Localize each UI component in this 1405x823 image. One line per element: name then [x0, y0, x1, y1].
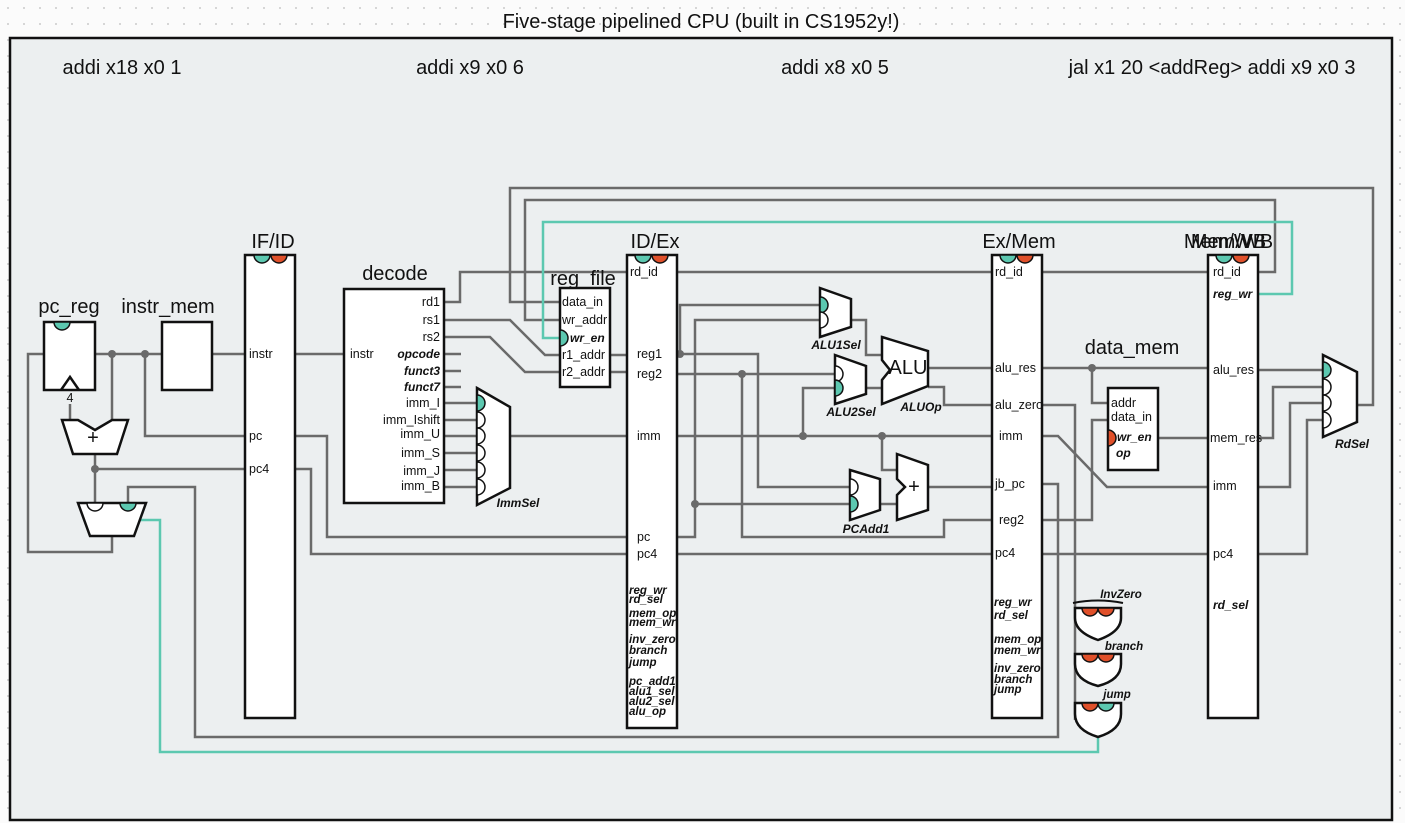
port-label: rs1: [423, 313, 440, 327]
control-signal: jump: [992, 684, 1021, 696]
pc-reg-label: pc_reg: [38, 296, 99, 318]
adder-plus-icon: +: [908, 476, 920, 498]
control-signal: mem_wr: [994, 645, 1041, 657]
alu-label: ALU: [889, 357, 928, 379]
port-label: imm_Ishift: [383, 413, 440, 427]
port-label: op: [1116, 446, 1131, 460]
port-label: alu_res: [1213, 363, 1254, 377]
port-label: r2_addr: [562, 365, 605, 379]
port-label: pc4: [637, 547, 657, 561]
port-label: data_in: [1111, 410, 1152, 424]
pc-add1-label: PCAdd1: [843, 522, 890, 536]
port-label: imm_U: [400, 427, 440, 441]
port-label: reg2: [637, 367, 662, 381]
cpu-frame: [8, 36, 1394, 822]
branch-label: branch: [1105, 641, 1143, 653]
port-label: pc: [637, 530, 650, 544]
port-label: imm_J: [403, 464, 440, 478]
port-label: pc: [249, 429, 262, 443]
port-label: funct7: [404, 380, 441, 394]
port-label: rd_sel: [1213, 598, 1249, 612]
control-signal: mem_wr: [629, 617, 676, 629]
cpu-diagram: Five-stage pipelined CPU (built in CS195…: [8, 11, 1394, 822]
port-label: alu_zero: [995, 398, 1043, 412]
ex-mem-label: Ex/Mem: [982, 231, 1055, 253]
instr-mem-box[interactable]: [160, 320, 214, 392]
port-label: wr_addr: [561, 313, 607, 327]
rd-sel-label: RdSel: [1335, 437, 1370, 451]
port-label: imm: [1213, 479, 1237, 493]
port-label: data_in: [562, 295, 603, 309]
port-label: pc4: [249, 462, 269, 476]
port-label: wr_en: [570, 331, 605, 345]
id-ex-label: ID/Ex: [631, 231, 680, 253]
stage-instruction: addi x8 x0 5: [781, 57, 889, 79]
port-label: reg1: [637, 347, 662, 361]
port-label: rd1: [422, 295, 440, 309]
adder-plus-icon: +: [87, 427, 99, 449]
port-label: rd_id: [1213, 265, 1241, 279]
port-label: imm_S: [401, 446, 440, 460]
mem-wb-label: Mem/WB: [1191, 231, 1273, 253]
jump-label: jump: [1101, 689, 1130, 701]
port-label: rd_id: [630, 265, 658, 279]
alu2-sel-label: ALU2Sel: [825, 405, 876, 419]
control-signal: rd_sel: [994, 610, 1029, 622]
alu1-sel-label: ALU1Sel: [810, 338, 861, 352]
data-mem-label: data_mem: [1085, 337, 1180, 359]
control-signal: jump: [627, 657, 656, 669]
diagram-title: Five-stage pipelined CPU (built in CS195…: [503, 11, 900, 33]
port-label: jb_pc: [994, 477, 1025, 491]
inv-zero-label: InvZero: [1100, 589, 1142, 601]
port-label: pc4: [1213, 547, 1233, 561]
port-label: reg2: [999, 513, 1024, 527]
control-signal: alu_op: [629, 706, 666, 718]
decode-label: decode: [362, 263, 428, 285]
pc-add1-mux[interactable]: [848, 468, 882, 522]
port-label: opcode: [397, 347, 440, 361]
port-label: pc4: [995, 546, 1015, 560]
circuit-canvas[interactable]: Five-stage pipelined CPU (built in CS195…: [0, 0, 1405, 823]
constant-four: 4: [67, 391, 74, 405]
port-label: imm_B: [401, 479, 440, 493]
port-label: wr_en: [1117, 430, 1152, 444]
reg-file-label: reg_file: [550, 268, 616, 290]
control-signal: branch: [629, 645, 667, 657]
port-label: r1_addr: [562, 348, 605, 362]
port-label: addr: [1111, 396, 1136, 410]
port-label: instr: [350, 347, 374, 361]
stage-instruction: addi x18 x0 1: [63, 57, 182, 79]
control-signal: rd_sel: [629, 594, 664, 606]
stage-instruction: jal x1 20 <addReg> addi x9 x0 3: [1068, 57, 1356, 79]
imm-sel-label: ImmSel: [497, 496, 540, 510]
port-label: imm: [999, 429, 1023, 443]
control-signal: reg_wr: [994, 597, 1032, 609]
port-label: reg_wr: [1213, 287, 1254, 301]
port-label: funct3: [404, 364, 440, 378]
if-id-register[interactable]: [243, 253, 297, 720]
port-label: instr: [249, 347, 273, 361]
port-label: imm: [637, 429, 661, 443]
if-id-label: IF/ID: [251, 231, 294, 253]
alu-op-label: ALUOp: [899, 400, 941, 414]
port-label: imm_I: [406, 396, 440, 410]
instr-mem-label: instr_mem: [121, 296, 214, 318]
port-label: rs2: [423, 330, 440, 344]
stage-instruction: addi x9 x0 6: [416, 57, 524, 79]
port-label: alu_res: [995, 361, 1036, 375]
port-label: mem_res: [1210, 431, 1262, 445]
port-label: rd_id: [995, 265, 1023, 279]
